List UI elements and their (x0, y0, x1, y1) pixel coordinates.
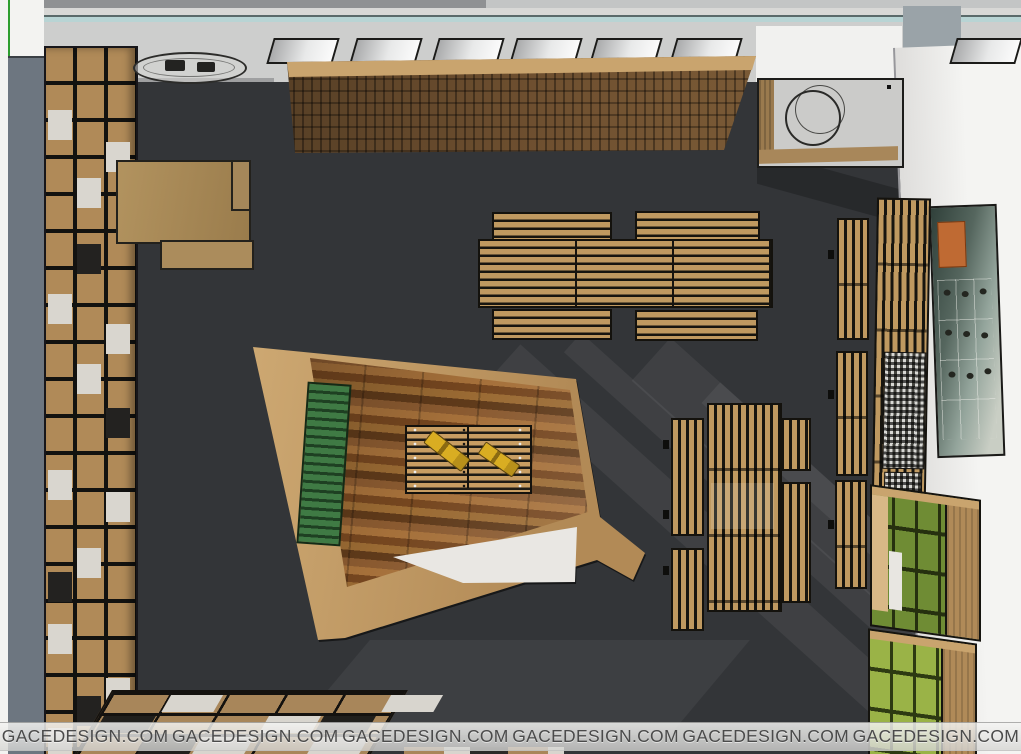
wire-grid-basket (882, 352, 926, 470)
entrance-white-area (756, 26, 902, 82)
watermark-bar: GACEDESIGN.COMGACEDESIGN.COMGACEDESIGN.C… (0, 722, 1021, 751)
shelf-cell-white (48, 294, 72, 324)
display-table (635, 211, 760, 241)
light-glow (711, 483, 774, 529)
shelf-cell-white (381, 695, 443, 712)
poster-glyphs (944, 290, 951, 296)
shelf-cell-white (106, 324, 130, 354)
rug-inner-ring (143, 58, 235, 77)
round-rug (133, 52, 247, 84)
side-slat-shelf (837, 218, 869, 340)
yellow-product (477, 441, 520, 477)
shelf-cell-dark (48, 572, 72, 602)
shelf-stud (828, 250, 834, 259)
shelf-stud (828, 390, 834, 399)
render-canvas: GACEDESIGN.COMGACEDESIGN.COMGACEDESIGN.C… (0, 0, 1021, 754)
basin-circle-outline (795, 85, 845, 134)
display-bench (782, 418, 811, 471)
watermark-text: GACEDESIGN.COM (2, 726, 169, 747)
display-table-tall (707, 403, 782, 612)
shelf-cell-white (106, 492, 130, 522)
locker-wood-panel (945, 497, 979, 640)
yellow-product (423, 430, 471, 472)
display-table (492, 309, 612, 340)
side-slat-shelf (835, 480, 867, 589)
shelf-cell-white (77, 178, 101, 208)
display-table-large (478, 239, 773, 308)
shelf-cell-white (77, 364, 101, 394)
service-box-wood-bottom (759, 146, 898, 164)
left-wall (8, 56, 45, 754)
wall-poster (929, 204, 1006, 458)
shelf-cell-dark (106, 408, 130, 438)
left-outside-edge (0, 0, 8, 754)
display-bench (671, 548, 704, 631)
poster-image-grid (937, 278, 997, 440)
chair (165, 60, 185, 71)
green-locker-shelf (870, 484, 981, 642)
platform-display-table (405, 425, 532, 494)
skylight (949, 38, 1021, 64)
shelf-cell-white (48, 470, 72, 500)
watermark-text: GACEDESIGN.COM (172, 726, 339, 747)
service-box (757, 78, 904, 168)
display-bench (671, 418, 704, 536)
shelf-stud (828, 520, 834, 529)
reception-desk-step (231, 160, 251, 211)
left-cube-shelving (44, 46, 138, 754)
skylight (266, 38, 339, 64)
locker-tan-column (872, 494, 888, 611)
watermark-text: GACEDESIGN.COM (853, 726, 1020, 747)
shelf-cell-white (161, 695, 223, 712)
shelf-cell-dark (77, 244, 101, 274)
shelf-cell-white (48, 110, 72, 140)
top-gray-bar (30, 0, 1021, 8)
top-light-bar (44, 8, 1021, 15)
display-bench (782, 482, 811, 603)
watermark-text: GACEDESIGN.COM (682, 726, 849, 747)
reception-desk-extension (160, 240, 254, 270)
chair (197, 62, 215, 72)
watermark-text: GACEDESIGN.COM (342, 726, 509, 747)
display-table (492, 212, 612, 242)
display-table (635, 310, 758, 341)
side-slat-shelf (836, 351, 868, 476)
central-wood-platform (250, 345, 670, 645)
poster-orange-square (937, 221, 967, 268)
skylight (349, 38, 422, 64)
shelf-cell-white (77, 548, 101, 578)
box-corner-dot (887, 85, 891, 89)
shelf-cell-white (48, 624, 72, 654)
locker-white-cell (889, 551, 902, 611)
watermark-text: GACEDESIGN.COM (512, 726, 679, 747)
